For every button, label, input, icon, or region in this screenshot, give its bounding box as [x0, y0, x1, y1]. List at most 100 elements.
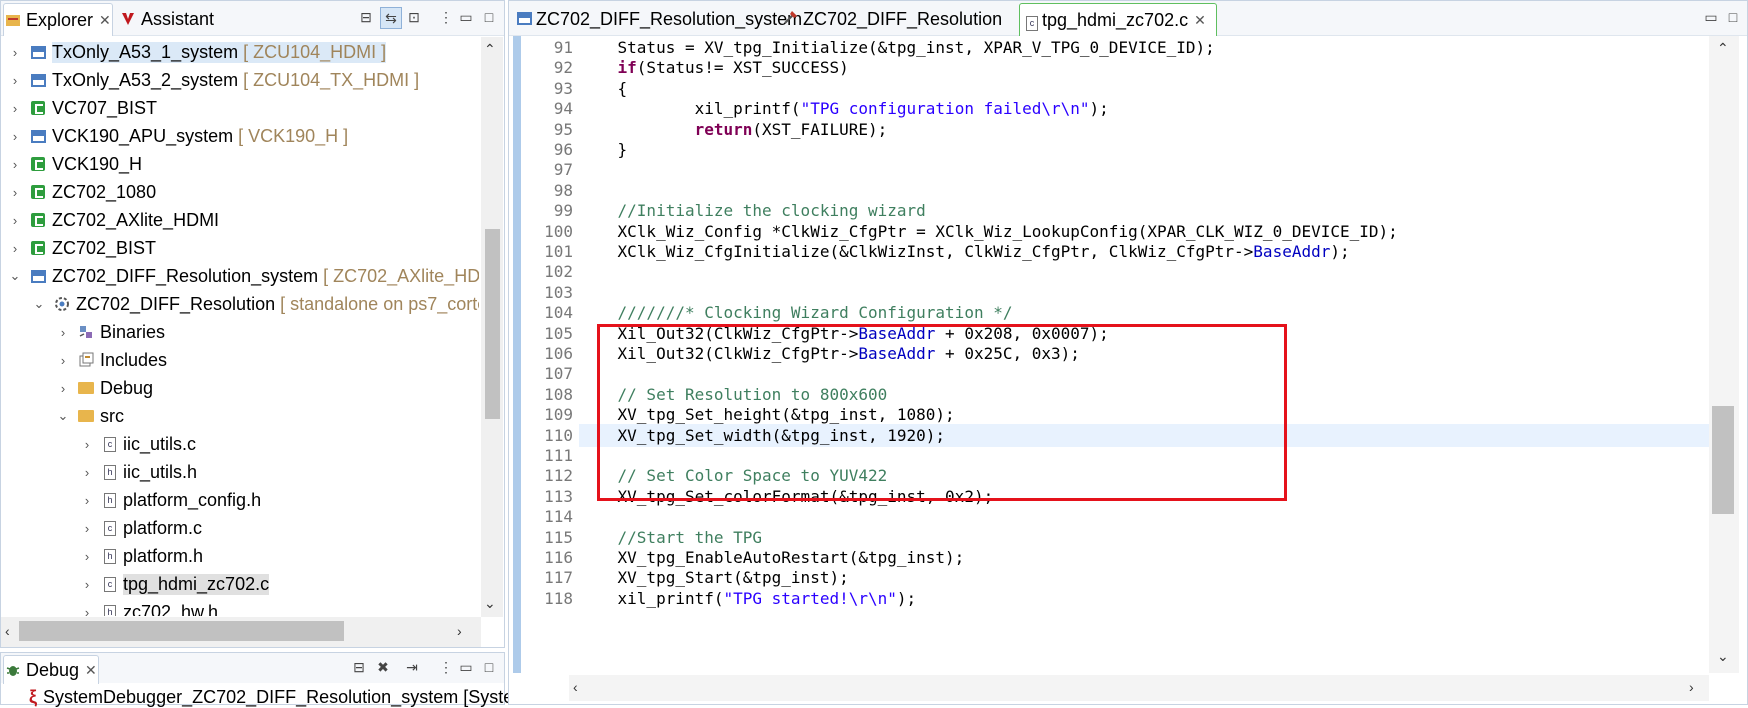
editor-vertical-scrollbar[interactable]: ⌃ ⌄	[1709, 36, 1739, 673]
explorer-icon	[4, 11, 22, 29]
h-file-icon: h	[101, 547, 119, 565]
link-with-editor-icon[interactable]: ⇆	[380, 7, 402, 29]
tree-item-label: Binaries	[100, 321, 166, 342]
step-filter-icon[interactable]: ⇥	[402, 657, 422, 677]
chevron-right-icon[interactable]: ›	[9, 185, 21, 200]
chevron-right-icon[interactable]: ›	[81, 465, 93, 480]
scroll-down-icon[interactable]: ⌄	[1717, 648, 1729, 665]
scroll-right-icon[interactable]: ›	[457, 623, 462, 639]
tab-zc702-diff-resolution-system[interactable]: ZC702_DIFF_Resolution_system	[511, 3, 802, 35]
tree-item-platform-c[interactable]: › c platform.c	[1, 514, 479, 542]
code-token: XClk_Wiz_Config *ClkWiz_CfgPtr = XClk_Wi…	[579, 221, 1398, 241]
minimize-icon[interactable]: ▭	[1701, 7, 1721, 27]
c-file-icon: c	[101, 575, 119, 593]
maximize-icon[interactable]: □	[479, 7, 499, 27]
explorer-tabbar: Explorer ✕ Assistant ⊟ ⇆ ⊡ ⋮ ▭ □	[1, 1, 504, 36]
minimize-icon[interactable]: ▭	[456, 7, 476, 27]
close-icon[interactable]: ✕	[99, 12, 111, 29]
tree-item-txonly-a53-1-system[interactable]: › TxOnly_A53_1_system [ ZCU104_HDMI ]	[1, 38, 479, 66]
system-project-icon	[29, 127, 47, 145]
chevron-down-icon[interactable]: ⌄	[9, 268, 21, 283]
line-number: 112	[544, 466, 573, 486]
maximize-icon[interactable]: □	[1723, 7, 1743, 27]
code-token: "TPG started!\r\n"	[723, 588, 897, 608]
tree-item-label: platform.h	[123, 545, 204, 566]
editor-horizontal-scrollbar[interactable]: ‹ ›	[569, 675, 1709, 701]
tree-item-txonly-a53-2-system[interactable]: › TxOnly_A53_2_system [ ZCU104_TX_HDMI ]	[1, 66, 479, 94]
chevron-right-icon[interactable]: ›	[81, 493, 93, 508]
tree-item-iic-utils-c[interactable]: › c iic_utils.c	[1, 430, 479, 458]
tree-item-debug-folder[interactable]: › Debug	[1, 374, 479, 402]
chevron-right-icon[interactable]: ›	[81, 521, 93, 536]
code-token: return	[694, 119, 753, 139]
tab-explorer[interactable]: Explorer ✕	[3, 3, 113, 36]
chevron-right-icon[interactable]: ›	[81, 605, 93, 617]
tree-item-vck190-h[interactable]: › VCK190_H	[1, 150, 479, 178]
tab-tpg-hdmi-zc702-c[interactable]: c tpg_hdmi_zc702.c ✕	[1019, 3, 1217, 36]
code-line[interactable]: XClk_Wiz_CfgInitialize(&ClkWizInst, ClkW…	[579, 240, 1350, 263]
chevron-right-icon[interactable]: ›	[57, 353, 69, 368]
chevron-down-icon[interactable]: ⌄	[33, 296, 45, 311]
tree-item-zc702-1080[interactable]: › ZC702_1080	[1, 178, 479, 206]
minimize-icon[interactable]: ▭	[456, 657, 476, 677]
tree-item-vc707-bist[interactable]: › VC707_BIST	[1, 94, 479, 122]
scroll-up-icon[interactable]: ⌃	[1717, 40, 1729, 57]
tree-item-zc702-hw-h[interactable]: › h zc702_hw.h	[1, 598, 479, 616]
chevron-right-icon[interactable]: ›	[81, 549, 93, 564]
tree-item-label: platform_config.h	[123, 489, 262, 510]
chevron-right-icon[interactable]: ›	[57, 325, 69, 340]
collapse-all-icon[interactable]: ⊟	[349, 657, 369, 677]
tree-item-zc702-axlite-hdmi[interactable]: › ZC702_AXlite_HDMI	[1, 206, 479, 234]
chevron-right-icon[interactable]: ›	[9, 241, 21, 256]
tree-item-zc702-diff-resolution[interactable]: ⌄ ZC702_DIFF_Resolution [ standalone on …	[1, 290, 479, 318]
close-icon[interactable]: ✕	[1194, 12, 1206, 29]
tab-zc702-diff-resolution[interactable]: ZC702_DIFF_Resolution	[777, 3, 1013, 35]
chevron-right-icon[interactable]: ›	[9, 213, 21, 228]
line-number: 107	[544, 364, 573, 384]
maximize-icon[interactable]: □	[479, 657, 499, 677]
remove-launch-icon[interactable]: ✖	[373, 657, 393, 677]
tree-item-binaries[interactable]: › Binaries	[1, 318, 479, 346]
tree-item-includes[interactable]: › Includes	[1, 346, 479, 374]
tree-item-label: iic_utils.h	[123, 461, 198, 482]
editor-vertical-scroll-thumb[interactable]	[1712, 406, 1734, 514]
tree-item-vck190-apu-system[interactable]: › VCK190_APU_system [ VCK190_H ]	[1, 122, 479, 150]
tree-item-src-folder[interactable]: ⌄ src	[1, 402, 479, 430]
scroll-left-icon[interactable]: ‹	[573, 679, 578, 695]
collapse-all-icon[interactable]: ⊟	[356, 7, 376, 27]
close-icon[interactable]: ✕	[85, 662, 97, 679]
chevron-right-icon[interactable]: ›	[9, 45, 21, 60]
code-token: if	[617, 58, 637, 78]
tree-item-iic-utils-h[interactable]: › h iic_utils.h	[1, 458, 479, 486]
scroll-down-icon[interactable]: ⌄	[484, 595, 496, 612]
tree-item-tpg-hdmi-zc702-c[interactable]: › c tpg_hdmi_zc702.c	[1, 570, 479, 598]
chevron-right-icon[interactable]: ›	[57, 381, 69, 396]
view-menu-icon[interactable]: ⋮	[436, 7, 456, 27]
tree-item-decoration: [ standalone on ps7_cortex	[280, 293, 479, 314]
tree-item-zc702-bist[interactable]: › ZC702_BIST	[1, 234, 479, 262]
scroll-left-icon[interactable]: ‹	[5, 623, 10, 639]
platform-icon	[29, 211, 47, 229]
explorer-vertical-scroll-thumb[interactable]	[485, 229, 500, 419]
chevron-right-icon[interactable]: ›	[9, 73, 21, 88]
debug-bug-icon	[4, 661, 22, 679]
tree-item-platform-h[interactable]: › h platform.h	[1, 542, 479, 570]
tab-assistant[interactable]: Assistant	[119, 3, 229, 35]
scroll-right-icon[interactable]: ›	[1689, 679, 1694, 695]
code-line[interactable]: xil_printf("TPG started!\r\n");	[579, 587, 917, 610]
explorer-horizontal-scroll-thumb[interactable]	[19, 621, 344, 641]
chevron-right-icon[interactable]: ›	[9, 157, 21, 172]
line-number: 117	[544, 568, 573, 588]
chevron-right-icon[interactable]: ›	[9, 129, 21, 144]
chevron-down-icon[interactable]: ⌄	[57, 408, 69, 423]
chevron-right-icon[interactable]: ›	[81, 577, 93, 592]
tree-item-platform-config-h[interactable]: › h platform_config.h	[1, 486, 479, 514]
scroll-up-icon[interactable]: ⌃	[484, 41, 496, 58]
tree-item-zc702-diff-resolution-system[interactable]: ⌄ ZC702_DIFF_Resolution_system [ ZC702_A…	[1, 262, 479, 290]
chevron-right-icon[interactable]: ›	[81, 437, 93, 452]
chevron-right-icon[interactable]: ›	[9, 101, 21, 116]
code-line[interactable]: }	[579, 138, 628, 161]
view-menu-icon[interactable]: ⋮	[436, 657, 456, 677]
tab-debug[interactable]: Debug ✕	[3, 655, 99, 684]
filter-icon[interactable]: ⊡	[404, 7, 424, 27]
